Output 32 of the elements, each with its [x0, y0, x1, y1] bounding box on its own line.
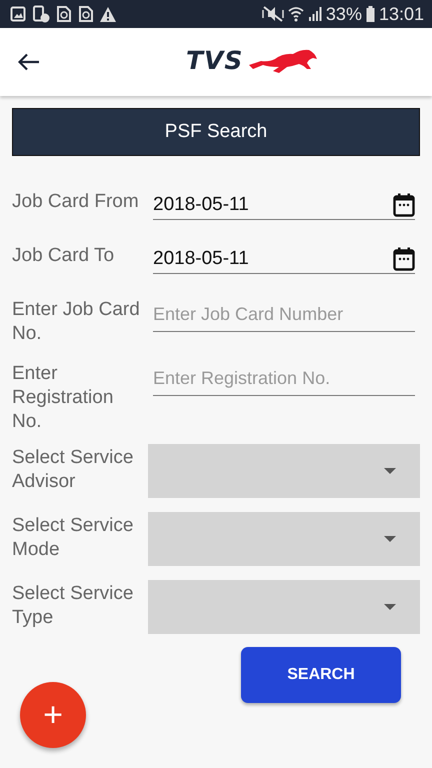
calendar-icon[interactable]: [393, 246, 415, 270]
field-label: Enter Registration No.: [12, 362, 114, 434]
input-field[interactable]: Enter Job Card Number: [153, 298, 415, 332]
field-label: Select Service Type: [12, 582, 134, 630]
search-button[interactable]: SEARCH: [241, 647, 401, 703]
wifi-icon: [288, 6, 304, 22]
sync-file-icon: [56, 5, 72, 23]
field-label: Select Service Advisor: [12, 446, 134, 494]
add-button[interactable]: +: [20, 682, 86, 748]
field-label: Job Card To: [12, 244, 116, 268]
logo-text: TVS: [186, 46, 244, 75]
date-field[interactable]: 2018-05-11: [153, 244, 415, 274]
caret-icon: [384, 604, 396, 610]
caret-icon: [384, 536, 396, 542]
back-arrow-icon[interactable]: [18, 53, 40, 71]
image-icon: [10, 6, 26, 22]
input-field[interactable]: Enter Registration No.: [153, 362, 415, 396]
field-label: Enter Job Card No.: [12, 298, 141, 346]
battery-icon: [366, 6, 375, 22]
sync-file-icon: [78, 5, 94, 23]
page-title: PSF Search: [164, 121, 268, 143]
calendar-icon[interactable]: [393, 192, 415, 216]
signal-icon: [308, 6, 322, 22]
field-label: Job Card From: [12, 190, 140, 214]
battery-percentage: 33%: [326, 4, 362, 24]
warning-icon: [100, 6, 116, 22]
caret-icon: [384, 468, 396, 474]
clock: 13:01: [378, 4, 424, 24]
field-label: Select Service Mode: [12, 514, 134, 562]
mute-icon: [262, 6, 284, 22]
device-clock-icon: [32, 5, 50, 23]
date-field[interactable]: 2018-05-11: [153, 190, 415, 220]
